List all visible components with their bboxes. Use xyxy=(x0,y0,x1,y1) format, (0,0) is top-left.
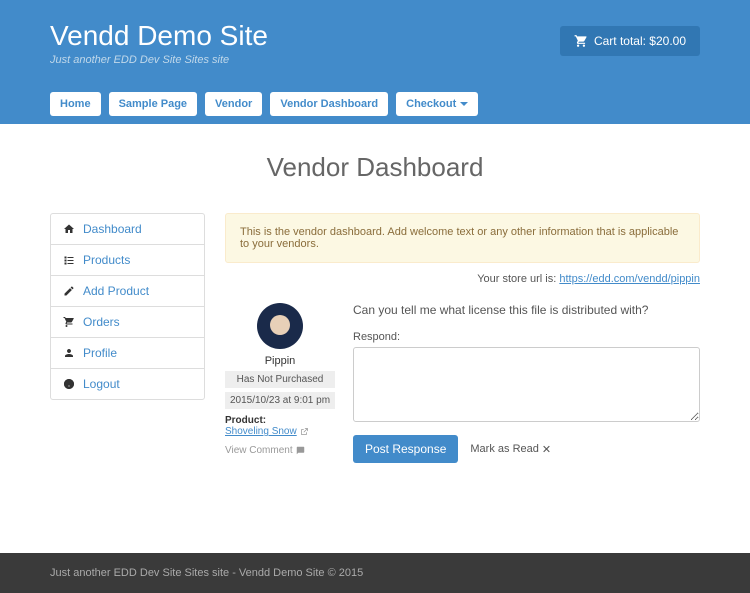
purchase-badge: Has Not Purchased xyxy=(225,371,335,388)
store-url-row: Your store url is: https://edd.com/vendd… xyxy=(225,273,700,285)
logout-icon xyxy=(63,378,75,390)
notice-banner: This is the vendor dashboard. Add welcom… xyxy=(225,213,700,263)
post-response-button[interactable]: Post Response xyxy=(353,435,458,463)
comment: Pippin Has Not Purchased 2015/10/23 at 9… xyxy=(225,303,700,463)
caret-down-icon xyxy=(460,102,468,106)
product-label: Product: xyxy=(225,415,335,426)
sidebar-item-orders[interactable]: Orders xyxy=(51,307,204,338)
user-icon xyxy=(63,347,75,359)
nav-sample-page[interactable]: Sample Page xyxy=(109,92,197,116)
header: Vendd Demo Site Just another EDD Dev Sit… xyxy=(0,0,750,124)
sidebar-item-profile[interactable]: Profile xyxy=(51,338,204,369)
sidebar: Dashboard Products Add Product Orders Pr… xyxy=(50,213,205,463)
nav-vendor[interactable]: Vendor xyxy=(205,92,262,116)
sidebar-item-add-product[interactable]: Add Product xyxy=(51,276,204,307)
store-url-link[interactable]: https://edd.com/vendd/pippin xyxy=(559,273,700,285)
sidebar-item-products[interactable]: Products xyxy=(51,245,204,276)
page-title: Vendor Dashboard xyxy=(50,152,700,183)
view-comment-link[interactable]: View Comment xyxy=(225,445,335,456)
site-tagline: Just another EDD Dev Site Sites site xyxy=(50,54,268,66)
pencil-icon xyxy=(63,285,75,297)
mark-as-read-link[interactable]: Mark as Read ✕ xyxy=(470,443,551,456)
footer: Just another EDD Dev Site Sites site - V… xyxy=(0,553,750,593)
comment-text: Can you tell me what license this file i… xyxy=(353,303,700,317)
sidebar-item-dashboard[interactable]: Dashboard xyxy=(51,214,204,245)
link-icon xyxy=(300,427,309,436)
store-url-label: Your store url is: xyxy=(477,273,559,285)
nav-vendor-dashboard[interactable]: Vendor Dashboard xyxy=(270,92,388,116)
respond-textarea[interactable] xyxy=(353,347,700,422)
cart-button[interactable]: Cart total: $20.00 xyxy=(560,26,700,56)
comment-body: Can you tell me what license this file i… xyxy=(353,303,700,463)
cart-icon xyxy=(574,34,588,48)
product-link[interactable]: Shoveling Snow xyxy=(225,426,335,437)
cart-label: Cart total: $20.00 xyxy=(594,34,686,48)
comment-author: Pippin xyxy=(225,355,335,367)
comment-timestamp: 2015/10/23 at 9:01 pm xyxy=(225,392,335,409)
home-icon xyxy=(63,223,75,235)
site-title[interactable]: Vendd Demo Site xyxy=(50,20,268,52)
comment-meta: Pippin Has Not Purchased 2015/10/23 at 9… xyxy=(225,303,335,463)
comment-icon xyxy=(296,446,305,455)
avatar xyxy=(257,303,303,349)
branding: Vendd Demo Site Just another EDD Dev Sit… xyxy=(50,20,268,66)
main-nav: Home Sample Page Vendor Vendor Dashboard… xyxy=(0,84,750,124)
close-icon: ✕ xyxy=(542,443,551,456)
footer-text: Just another EDD Dev Site Sites site - V… xyxy=(50,567,363,579)
cart-icon xyxy=(63,316,75,328)
nav-checkout[interactable]: Checkout xyxy=(396,92,478,116)
content: This is the vendor dashboard. Add welcom… xyxy=(225,213,700,463)
list-icon xyxy=(63,254,75,266)
nav-home[interactable]: Home xyxy=(50,92,101,116)
sidebar-item-logout[interactable]: Logout xyxy=(51,369,204,399)
respond-label: Respond: xyxy=(353,331,700,343)
